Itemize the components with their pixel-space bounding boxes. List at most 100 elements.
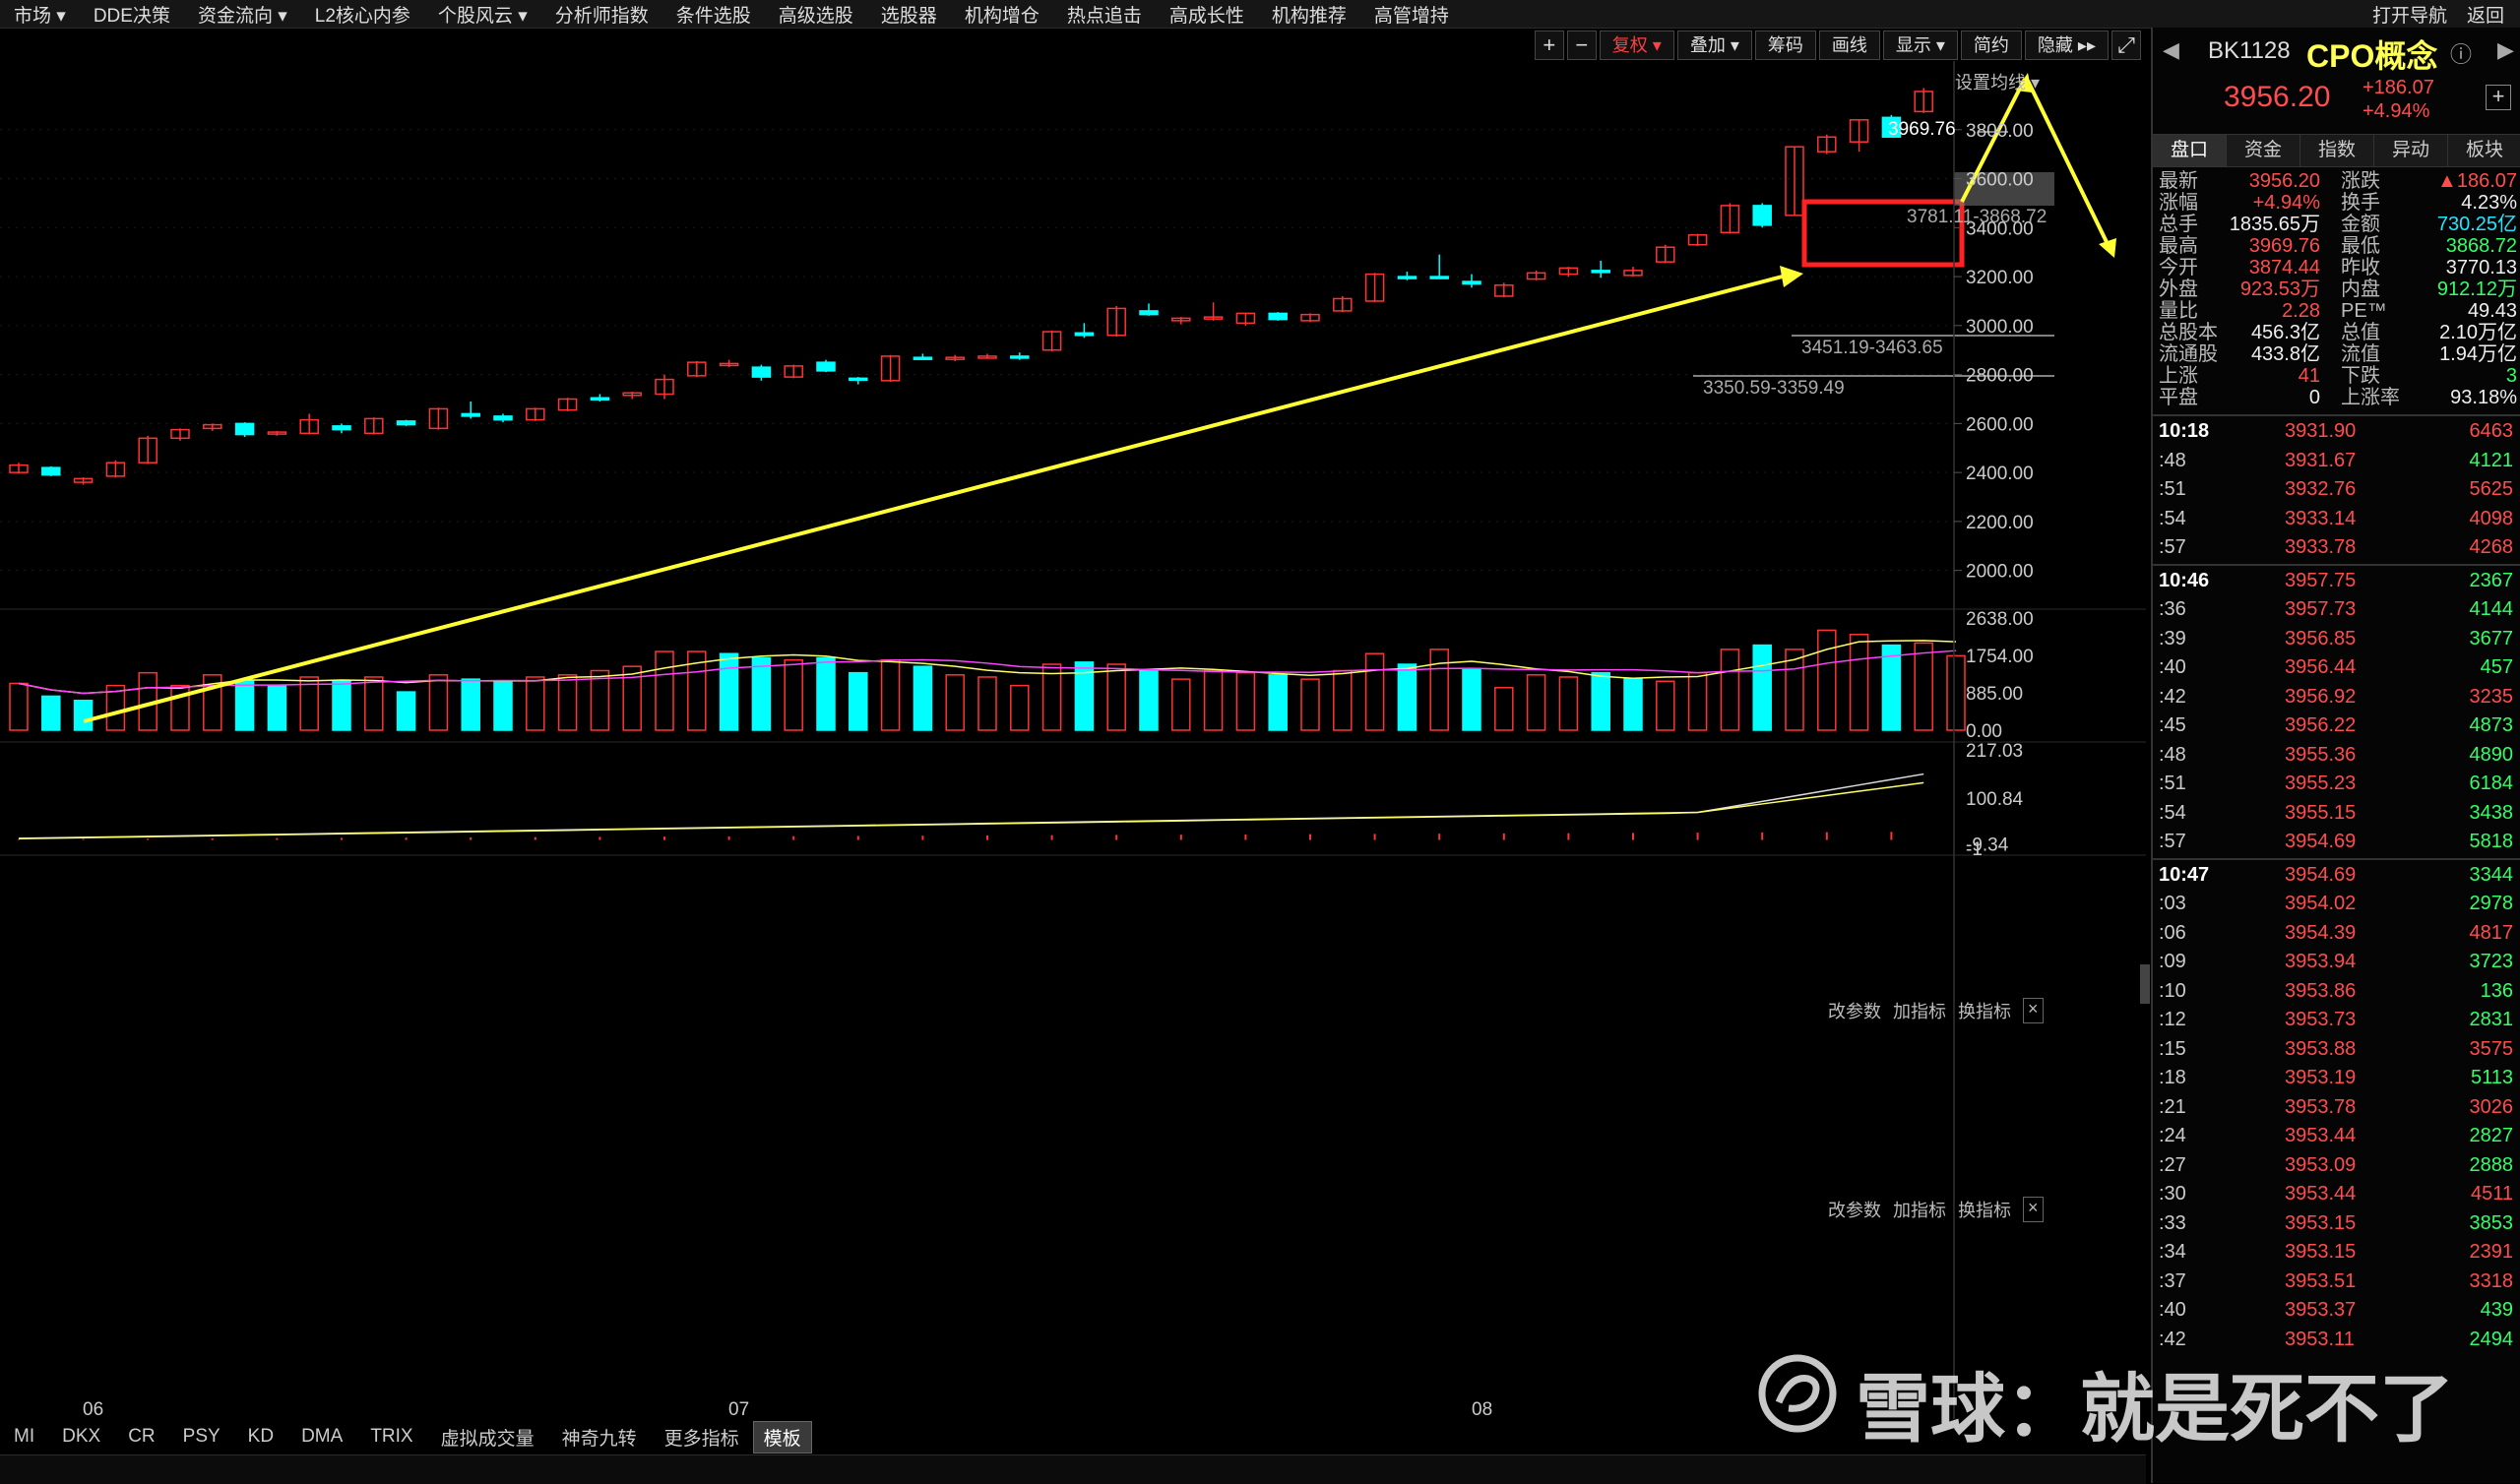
indicator-tab[interactable]: DMA — [287, 1426, 356, 1448]
simple-mode-button[interactable]: 简约 — [1960, 31, 2022, 60]
add-indicator-link[interactable]: 加指标 — [1893, 998, 1946, 1023]
tick-volume: 2978 — [2469, 893, 2514, 914]
quote-row: 流通股 433.8亿 流值 1.94万亿 — [2159, 343, 2517, 365]
quote-value: 0 — [2308, 387, 2320, 408]
chart-toolbar: + − 复权 ▾ 叠加 ▾ 筹码 画线 显示 ▾ 简约 隐藏 ▸▸ ⤢ — [1532, 30, 2141, 61]
chip-distribution-button[interactable]: 筹码 — [1754, 31, 1816, 60]
panel-toggle-handle[interactable] — [2140, 964, 2150, 1004]
info-icon[interactable]: ⓘ — [2450, 37, 2472, 69]
menu-item[interactable]: 高成长性 — [1156, 1, 1258, 28]
tick-price: 3931.67 — [2285, 449, 2357, 471]
tick-time: :54 — [2159, 507, 2186, 529]
edit-params-link[interactable]: 改参数 — [1828, 998, 1881, 1023]
candle-body — [493, 415, 513, 421]
panel-tab[interactable]: 异动 — [2374, 135, 2448, 166]
trend-arrow-line — [83, 272, 1795, 723]
tick-time: :40 — [2159, 1299, 2186, 1321]
set-ma-link[interactable]: 设置均线 ▾ — [1955, 69, 2040, 94]
tick-price: 3955.15 — [2285, 801, 2357, 824]
close-icon[interactable]: × — [2023, 998, 2044, 1023]
indicator-tab[interactable]: 模板 — [752, 1420, 812, 1453]
tick-row: :36 3957.73 4144 — [2153, 595, 2519, 624]
quote-value: 3969.76 — [2248, 235, 2320, 257]
menu-item[interactable]: 分析师指数 — [541, 1, 662, 28]
xueqiu-logo-icon — [1758, 1354, 1837, 1433]
panel-tab[interactable]: 盘口 — [2153, 135, 2227, 166]
volume-bar — [1300, 678, 1320, 731]
indicator-tab[interactable]: TRIX — [356, 1426, 426, 1448]
tick-time: :06 — [2159, 921, 2186, 944]
overlay-dropdown[interactable]: 叠加 ▾ — [1676, 31, 1752, 60]
menu-item[interactable]: 选股器 — [867, 1, 951, 28]
open-nav-link[interactable]: 打开导航 — [2362, 1, 2457, 28]
draw-line-button[interactable]: 画线 — [1818, 31, 1880, 60]
menu-item[interactable]: DDE决策 — [80, 1, 184, 28]
candle — [299, 413, 319, 435]
panel-tab[interactable]: 指数 — [2300, 135, 2374, 166]
indicator-tab[interactable]: DKX — [48, 1426, 114, 1448]
indicator-tab[interactable]: 虚拟成交量 — [427, 1424, 548, 1451]
bottom-scrollbar[interactable] — [0, 1454, 2146, 1484]
menu-item[interactable]: 机构推荐 — [1258, 1, 1360, 28]
indicator-tab[interactable]: 神奇九转 — [548, 1424, 651, 1451]
add-watchlist-button[interactable]: + — [2486, 85, 2511, 110]
candle — [203, 423, 222, 431]
volume-bar — [1946, 654, 1966, 731]
tick-volume: 5818 — [2469, 831, 2514, 852]
tick-price: 3953.94 — [2285, 951, 2357, 972]
switch-indicator-link[interactable]: 换指标 — [1958, 1197, 2011, 1222]
quote-row: 外盘 923.53万 内盘 912.12万 — [2159, 278, 2517, 300]
kline-chart[interactable]: 3800.003600.003400.003200.003000.002800.… — [0, 61, 2146, 1419]
fullscreen-icon[interactable]: ⤢ — [2111, 31, 2141, 60]
zoom-in-button[interactable]: + — [1534, 31, 1564, 60]
indicator-tab[interactable]: PSY — [169, 1426, 234, 1448]
menu-item[interactable]: 高管增持 — [1360, 1, 1463, 28]
candle-body — [1074, 332, 1095, 337]
menu-item[interactable]: 高级选股 — [765, 1, 867, 28]
tick-row: :39 3956.85 3677 — [2153, 625, 2519, 653]
tick-price: 3953.86 — [2285, 979, 2357, 1002]
panel-tab[interactable]: 板块 — [2448, 135, 2520, 166]
prev-stock-icon[interactable]: ◀ — [2163, 37, 2179, 63]
candle — [364, 417, 384, 435]
candle — [1914, 88, 1933, 113]
menu-item[interactable]: 个股风云 ▾ — [424, 1, 541, 28]
menu-item[interactable]: 资金流向 ▾ — [184, 1, 301, 28]
close-icon[interactable]: × — [2023, 1197, 2044, 1222]
menu-item[interactable]: L2核心内参 — [301, 1, 424, 28]
tick-row: :51 3932.76 5625 — [2153, 475, 2519, 504]
tick-time: :36 — [2159, 598, 2186, 620]
quote-row: 总股本 456.3亿 总值 2.10万亿 — [2159, 322, 2517, 343]
volume-tick-label: 2638.00 — [1966, 609, 2034, 630]
candle — [1171, 317, 1191, 325]
tick-volume: 4873 — [2469, 714, 2514, 736]
macd-dea-line — [18, 781, 1924, 840]
zoom-out-button[interactable]: − — [1566, 31, 1597, 60]
volume-bar — [945, 674, 965, 731]
menu-item[interactable]: 条件选股 — [662, 1, 765, 28]
add-indicator-link[interactable]: 加指标 — [1893, 1197, 1946, 1222]
candle — [1235, 312, 1256, 326]
quote-value: 3874.44 — [2248, 257, 2320, 278]
switch-indicator-link[interactable]: 换指标 — [1958, 998, 2011, 1023]
menu-item[interactable]: 热点追击 — [1053, 1, 1156, 28]
panel-tab[interactable]: 资金 — [2227, 135, 2300, 166]
quote-value: 923.53万 — [2239, 278, 2320, 300]
back-link[interactable]: 返回 — [2457, 1, 2514, 28]
tick-price: 3931.90 — [2285, 420, 2357, 442]
volume-bar — [41, 695, 61, 731]
display-dropdown[interactable]: 显示 ▾ — [1882, 31, 1958, 60]
volume-bar — [622, 665, 642, 731]
candle — [396, 419, 416, 426]
fuquan-dropdown[interactable]: 复权 ▾ — [1599, 31, 1674, 60]
next-stock-icon[interactable]: ▶ — [2497, 37, 2514, 63]
indicator-tab[interactable]: 更多指标 — [651, 1424, 753, 1451]
menu-item[interactable]: 机构增仓 — [951, 1, 1053, 28]
hide-button[interactable]: 隐藏 ▸▸ — [2024, 31, 2109, 60]
indicator-tab[interactable]: KD — [234, 1426, 287, 1448]
tick-time: 10:47 — [2159, 863, 2210, 886]
edit-params-link[interactable]: 改参数 — [1828, 1197, 1881, 1222]
indicator-tab[interactable]: CR — [114, 1426, 168, 1448]
menu-item[interactable]: 市场 ▾ — [0, 1, 80, 28]
indicator-tab[interactable]: MI — [0, 1426, 48, 1448]
